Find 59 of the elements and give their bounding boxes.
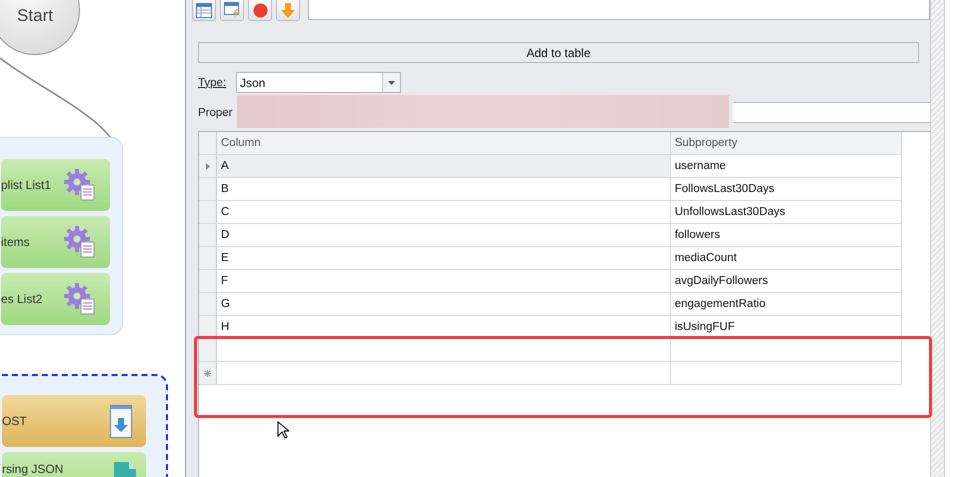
row-header[interactable]: [199, 178, 217, 200]
row-header[interactable]: [199, 270, 217, 292]
toolbar-button[interactable]: [220, 0, 244, 21]
caret-icon: [388, 80, 395, 84]
table-cell[interactable]: UnfollowsLast30Days: [670, 201, 902, 223]
workflow-node[interactable]: items: [1, 216, 110, 268]
table-cell[interactable]: followers: [670, 224, 902, 246]
text-field[interactable]: [308, 0, 930, 20]
workflow-node[interactable]: plist List1: [1, 159, 110, 211]
add-to-table-button[interactable]: Add to table: [198, 42, 919, 63]
gear-document-icon: [64, 169, 96, 201]
row-header[interactable]: [199, 316, 217, 338]
column-header[interactable]: Column: [217, 132, 671, 154]
column-header[interactable]: Subproperty: [670, 132, 902, 154]
workflow-node[interactable]: rsing JSON: [2, 452, 146, 477]
table-cell[interactable]: mediaCount: [670, 247, 902, 269]
row-header[interactable]: [199, 201, 217, 223]
dropdown-button[interactable]: [382, 73, 400, 92]
gear-document-icon: [64, 283, 96, 315]
table-cell[interactable]: [670, 362, 902, 384]
row-header[interactable]: [199, 362, 217, 384]
mouse-cursor-icon: [277, 421, 289, 439]
row-header[interactable]: [199, 155, 217, 177]
property-label: Proper: [198, 106, 233, 118]
node-label: plist List1: [1, 178, 52, 192]
row-header[interactable]: [199, 224, 217, 246]
node-label: OST: [2, 414, 27, 428]
table-icon: [196, 2, 212, 18]
scrollbar[interactable]: [930, 0, 945, 477]
table-cell[interactable]: engagementRatio: [670, 293, 902, 315]
workflow-node[interactable]: es List2: [1, 273, 110, 325]
start-node[interactable]: Start: [0, 0, 80, 55]
node-label: rsing JSON: [2, 462, 64, 476]
type-label: Type:: [198, 76, 228, 88]
table-cell[interactable]: username: [670, 155, 902, 177]
table-cell[interactable]: avgDailyFollowers: [670, 270, 902, 292]
asterisk-icon: [204, 370, 211, 376]
row-header[interactable]: [199, 247, 217, 269]
toolbar-button[interactable]: [248, 0, 272, 21]
gear-document-icon: [64, 226, 96, 258]
toolbar-button[interactable]: [192, 0, 216, 21]
download-window-icon: [110, 404, 132, 438]
table-cell[interactable]: FollowsLast30Days: [670, 178, 902, 200]
table-cell[interactable]: [670, 339, 902, 361]
table-cell[interactable]: A: [217, 155, 671, 177]
row-header: [199, 132, 217, 154]
window-lightning-icon: [224, 2, 240, 18]
type-dropdown[interactable]: Json: [236, 72, 401, 93]
down-arrow-icon: [281, 2, 295, 18]
property-field[interactable]: [732, 102, 930, 123]
row-header[interactable]: [199, 339, 217, 361]
workflow-node[interactable]: OST: [2, 395, 146, 447]
node-label: items: [1, 235, 30, 249]
toolbar-button[interactable]: [276, 0, 300, 21]
table-cell[interactable]: isUsingFUF: [670, 316, 902, 338]
current-row-icon: [206, 162, 210, 170]
node-label: es List2: [1, 292, 42, 306]
row-header[interactable]: [199, 293, 217, 315]
stop-icon: [252, 2, 268, 18]
